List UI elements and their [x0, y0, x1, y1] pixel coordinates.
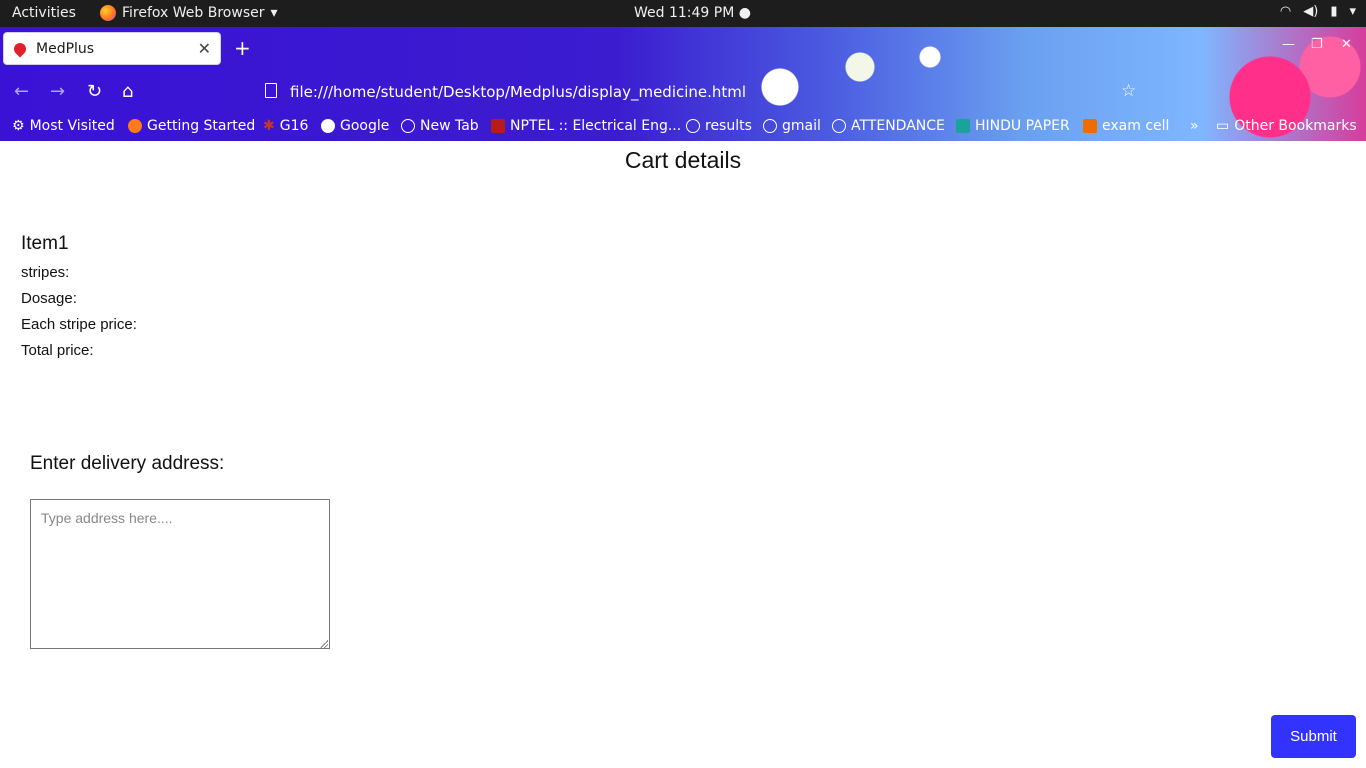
delivery-address-input[interactable] — [30, 499, 330, 649]
total-price-label: Total price: — [21, 342, 94, 359]
bookmark-hindu-paper[interactable]: HINDU PAPER — [956, 118, 1070, 134]
delivery-address-label: Enter delivery address: — [30, 453, 225, 474]
folder-icon: ▭ — [1216, 118, 1230, 134]
system-status[interactable]: ◠ ◀) ▮ ▾ — [1280, 4, 1356, 19]
forward-icon[interactable]: → — [50, 81, 65, 102]
bookmark-star-icon[interactable]: ☆ — [1121, 81, 1136, 101]
restore-window-icon[interactable]: ❐ — [1311, 37, 1323, 52]
bookmark-getting-started[interactable]: Getting Started — [128, 118, 255, 134]
close-window-icon[interactable]: ✕ — [1341, 37, 1352, 52]
clock[interactable]: Wed 11:49 PM ● — [634, 5, 751, 21]
browser-tab[interactable]: MedPlus ✕ — [3, 32, 221, 65]
new-tab-button[interactable]: + — [234, 36, 251, 60]
firefox-icon — [100, 5, 116, 21]
page-title: Cart details — [624, 147, 742, 173]
bookmarks-toolbar: ⚙ Most Visited Getting Started ✱ G16 Googl… — [0, 115, 1366, 139]
bug-icon: ✱ — [263, 118, 275, 134]
volume-icon: ◀) — [1303, 4, 1319, 19]
tab-favicon-icon — [11, 40, 29, 57]
globe-icon — [832, 119, 846, 133]
bookmark-g16[interactable]: ✱ G16 — [263, 118, 308, 134]
nptel-icon — [491, 119, 505, 133]
tab-title: MedPlus — [36, 40, 95, 57]
google-icon — [321, 119, 335, 133]
cart-item-title: Item1 — [21, 233, 69, 254]
activities-button[interactable]: Activities — [12, 5, 76, 21]
gear-icon: ⚙ — [12, 118, 25, 134]
bookmark-most-visited[interactable]: ⚙ Most Visited — [12, 118, 115, 134]
system-top-bar: Activities Firefox Web Browser ▾ Wed 11:… — [0, 0, 1366, 27]
app-menu[interactable]: Firefox Web Browser ▾ — [100, 5, 278, 21]
bookmark-gmail[interactable]: gmail — [763, 118, 821, 134]
dosage-label: Dosage: — [21, 290, 77, 307]
globe-icon — [763, 119, 777, 133]
globe-icon — [401, 119, 415, 133]
firefox-icon — [128, 119, 142, 133]
exam-icon — [1083, 119, 1097, 133]
page-content: Cart details Item1 stripes: Dosage: Each… — [0, 141, 1366, 768]
browser-chrome: MedPlus ✕ + — ❐ ✕ ← → ↻ ⌂ file:///home/s… — [0, 27, 1366, 141]
app-name: Firefox Web Browser — [122, 5, 265, 21]
bookmarks-overflow-icon[interactable]: » — [1190, 118, 1199, 134]
bookmark-new-tab[interactable]: New Tab — [401, 118, 479, 134]
chevron-down-icon: ▾ — [1349, 4, 1356, 19]
cart-item: Item1 stripes: Dosage: Each stripe price… — [21, 233, 137, 367]
battery-icon: ▮ — [1330, 4, 1338, 19]
bookmark-exam-cell[interactable]: exam cell — [1083, 118, 1169, 134]
globe-icon — [686, 119, 700, 133]
navigation-toolbar: ← → ↻ ⌂ file:///home/student/Desktop/Med… — [0, 75, 1366, 111]
reload-icon[interactable]: ↻ — [87, 81, 102, 102]
close-tab-icon[interactable]: ✕ — [198, 39, 211, 58]
bookmark-attendance[interactable]: ATTENDANCE — [832, 118, 945, 134]
url-bar[interactable]: file:///home/student/Desktop/Medplus/dis… — [290, 83, 746, 101]
page-info-icon[interactable] — [265, 83, 277, 98]
submit-button[interactable]: Submit — [1271, 715, 1356, 758]
chevron-down-icon: ▾ — [270, 5, 278, 21]
minimize-window-icon[interactable]: — — [1282, 37, 1295, 52]
bookmark-nptel[interactable]: NPTEL :: Electrical Eng... — [491, 118, 681, 134]
bookmark-google[interactable]: Google — [321, 118, 389, 134]
resize-handle-icon[interactable] — [318, 638, 328, 648]
other-bookmarks[interactable]: ▭ Other Bookmarks — [1216, 118, 1357, 134]
bookmark-results[interactable]: results — [686, 118, 752, 134]
home-icon[interactable]: ⌂ — [122, 81, 133, 102]
wifi-icon: ◠ — [1279, 4, 1292, 19]
stripe-price-label: Each stripe price: — [21, 316, 137, 333]
graduation-cap-icon — [956, 119, 970, 133]
back-icon[interactable]: ← — [14, 81, 29, 102]
stripes-label: stripes: — [21, 264, 70, 281]
